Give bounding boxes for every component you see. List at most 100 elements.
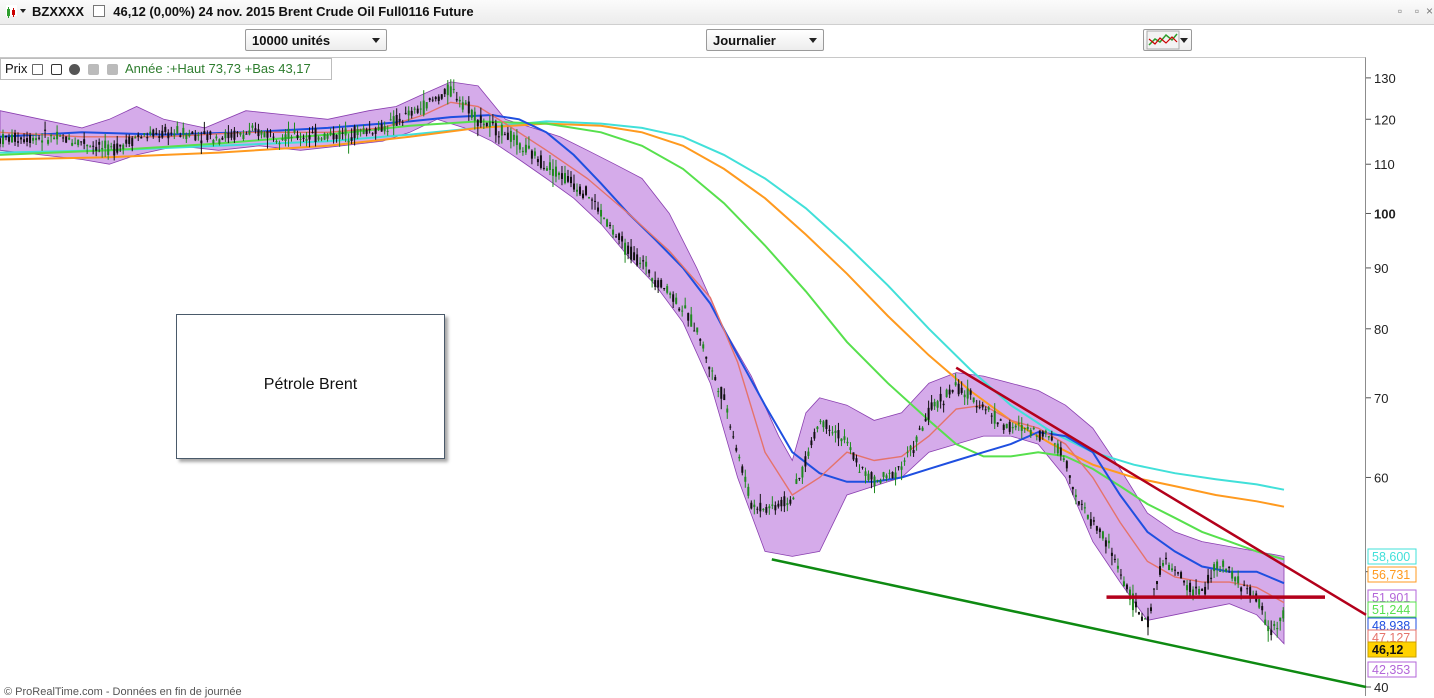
annotation-box[interactable]: Pétrole Brent (176, 314, 445, 459)
price-bar-body (323, 133, 326, 140)
price-bar-body (1198, 589, 1201, 595)
price-bar-body (939, 393, 942, 402)
price-bar-body (17, 141, 20, 143)
price-bar-body (819, 420, 822, 422)
price-bar-body (533, 151, 536, 156)
price-bar-body (188, 133, 191, 137)
price-bar-body (723, 394, 726, 401)
price-bar-body (170, 132, 173, 134)
price-bar-body (374, 128, 377, 134)
price-bar-body (909, 445, 912, 450)
price-bar-body (194, 134, 197, 141)
window-icon[interactable] (50, 64, 62, 75)
price-bar-body (515, 135, 518, 145)
price-bar-body (74, 142, 77, 144)
price-bar-body (239, 132, 242, 135)
price-bar-body (317, 137, 320, 140)
price-bar-body (786, 503, 789, 505)
price-bar-body (822, 421, 825, 428)
price-bar-body (56, 131, 59, 140)
price-bar-body (146, 137, 149, 139)
price-bar-body (645, 261, 648, 267)
price-bar-body (77, 139, 80, 146)
price-bar-body (987, 407, 990, 410)
price-bar-body (545, 168, 548, 171)
price-bar-body (765, 507, 768, 513)
price-bar-body (485, 122, 488, 127)
price-bar-body (113, 144, 116, 156)
price-bar-body (1258, 599, 1261, 608)
price-bar-body (1219, 570, 1222, 572)
price-bar-body (359, 129, 362, 132)
price-bar-body (437, 96, 440, 102)
price-bar-body (714, 377, 717, 381)
price-bar-body (681, 310, 684, 312)
price-bar-body (47, 139, 50, 144)
price-bar-body (122, 144, 125, 150)
price-bar-body (654, 280, 657, 287)
price-bar-body (1168, 564, 1171, 570)
price-bar-body (365, 129, 368, 134)
price-bar-body (609, 224, 612, 226)
price-bar-body (981, 404, 984, 408)
price-bar-body (554, 166, 557, 177)
price-bar-body (407, 110, 410, 116)
price-bar-body (615, 236, 618, 238)
price-bar-body (1270, 629, 1273, 636)
price-bar-body (1047, 435, 1050, 438)
price-bar-body (846, 441, 849, 444)
price-bar-body (161, 130, 164, 138)
price-bar-body (293, 129, 296, 133)
price-bar-body (434, 97, 437, 100)
price-bar-body (341, 132, 344, 134)
price-bar-body (1152, 588, 1155, 590)
price-bar-body (287, 128, 290, 139)
price-bar-body (152, 129, 155, 137)
last-value-tag: 42,353 (1367, 661, 1417, 678)
price-bar-body (539, 155, 542, 168)
price-bar-body (1098, 528, 1101, 533)
price-bar-body (1122, 581, 1125, 587)
price-bar-body (2, 134, 5, 145)
price-bar-body (696, 327, 699, 333)
price-bar-body (119, 144, 122, 147)
price-bar-body (182, 127, 185, 135)
price-bar-body (888, 472, 891, 474)
price-bar-body (1116, 565, 1119, 569)
y-tick-label: 120 (1374, 112, 1396, 127)
price-bar-body (726, 408, 729, 413)
close-circle-icon[interactable] (69, 64, 81, 75)
price-bar-body (630, 246, 633, 260)
price-bar-body (717, 391, 720, 393)
price-bar-body (242, 134, 245, 140)
price-bar-body (864, 471, 867, 476)
price-bar-body (284, 134, 287, 141)
price-bar-body (1195, 586, 1198, 589)
price-bar-body (455, 98, 458, 101)
price-bar-body (125, 139, 128, 144)
price-bar-body (969, 390, 972, 395)
price-bar-body (167, 132, 170, 139)
export2-icon[interactable] (106, 64, 118, 75)
price-bar-body (440, 94, 443, 99)
price-bar-body (230, 132, 233, 138)
price-bar-body (206, 134, 209, 141)
price-bar-body (1035, 435, 1038, 437)
price-bar-body (870, 472, 873, 480)
price-bar-body (915, 436, 918, 442)
price-bar-body (1101, 531, 1104, 539)
price-bar-body (1201, 589, 1204, 591)
wrench-icon[interactable] (32, 64, 43, 75)
price-bar-body (855, 458, 858, 463)
price-bar-body (488, 121, 491, 128)
price-bar-body (158, 136, 161, 138)
export-icon[interactable] (87, 64, 99, 75)
price-bar-body (627, 245, 630, 254)
price-bar-body (795, 479, 798, 484)
price-bar-body (467, 101, 470, 114)
price-bar-body (1149, 607, 1152, 611)
price-bar-body (560, 173, 563, 179)
price-bar-body (98, 141, 101, 145)
price-bar-body (1171, 568, 1174, 571)
price-bar-body (197, 135, 200, 137)
